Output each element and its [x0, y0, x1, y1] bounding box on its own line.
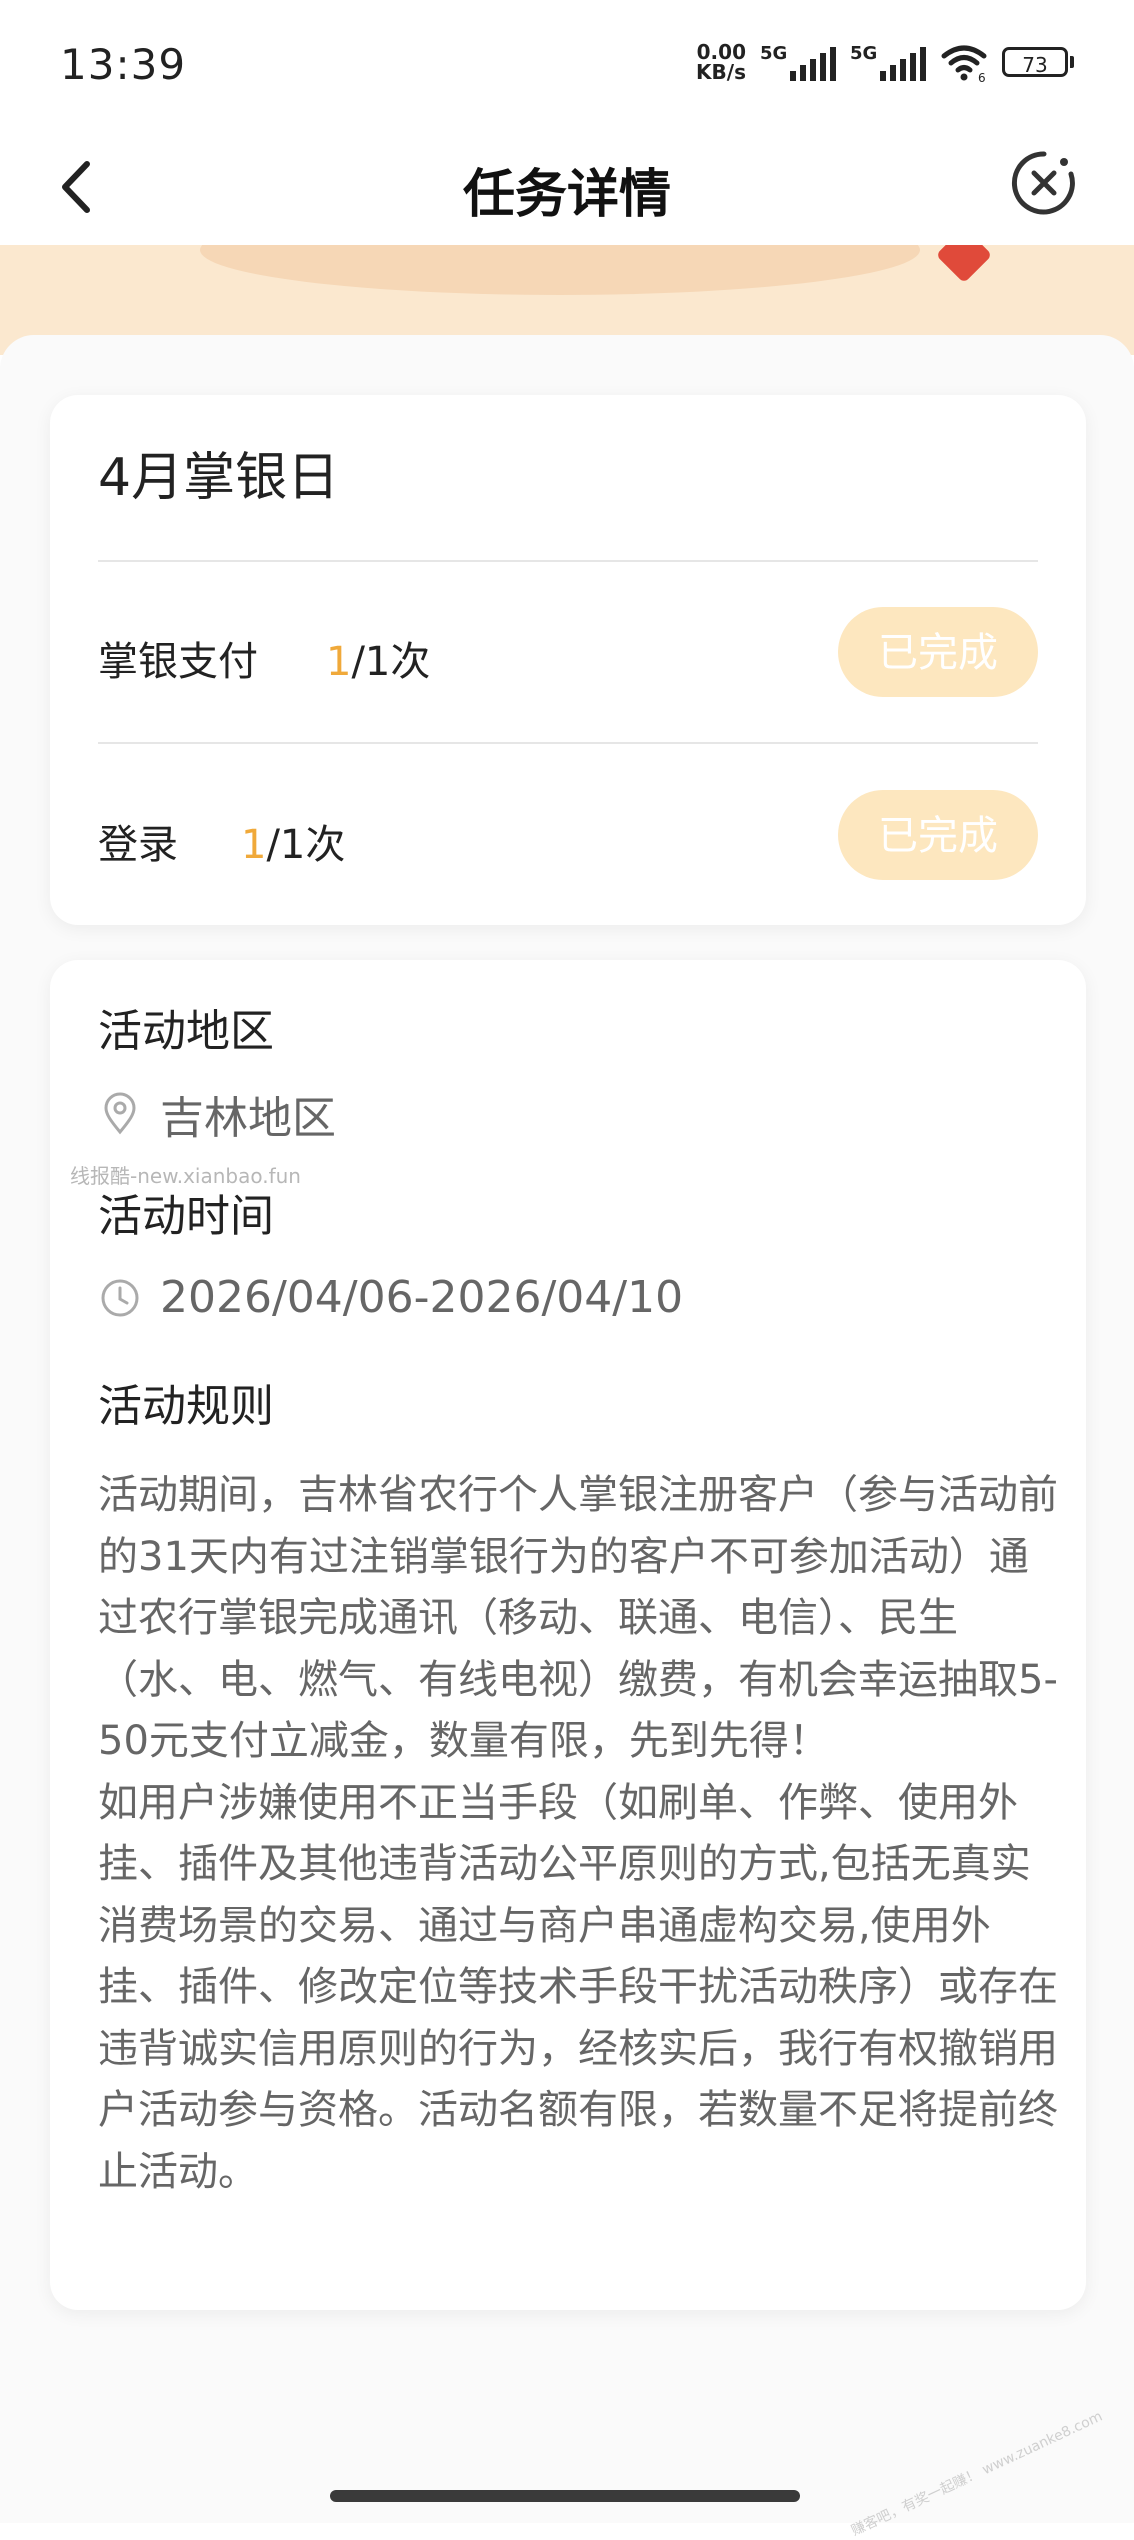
battery-level: 73 [1002, 47, 1068, 77]
task-progress: 1/1次 [326, 629, 430, 687]
divider [98, 742, 1038, 744]
task-completed-button[interactable]: 已完成 [838, 790, 1038, 880]
task-progress-done: 1 [326, 639, 352, 685]
task-completed-button[interactable]: 已完成 [838, 607, 1038, 697]
task-progress: 1/1次 [241, 812, 345, 870]
rules-paragraph: 活动期间，吉林省农行个人掌银注册客户（参与活动前的31天内有过注销掌银行为的客户… [98, 1472, 1058, 1764]
rules-title: 活动规则 [98, 1381, 274, 1432]
wifi-icon: 6 [941, 45, 987, 82]
sim2-network-tag: 5G [850, 43, 878, 64]
net-speed-unit: KB/s [696, 60, 746, 84]
gift-decoration [935, 245, 993, 284]
time-line: 2026/04/06-2026/04/10 [98, 1272, 683, 1323]
task-row-pay: 掌银支付 1/1次 已完成 [98, 605, 1038, 705]
net-speed-value: 0.00 [696, 40, 746, 64]
task-progress-done: 1 [241, 822, 267, 868]
task-title: 4月掌银日 [98, 448, 340, 508]
rules-paragraph: 如用户涉嫌使用不正当手段（如刷单、作弊、使用外挂、插件及其他违背活动公平原则的方… [98, 1779, 1058, 2195]
rules-text: 活动期间，吉林省农行个人掌银注册客户（参与活动前的31天内有过注销掌银行为的客户… [98, 1465, 1058, 2203]
region-title: 活动地区 [98, 1006, 274, 1057]
nav-bar: 任务详情 [0, 130, 1134, 245]
close-circle-icon[interactable] [1009, 148, 1079, 218]
time-value: 2026/04/06-2026/04/10 [160, 1272, 684, 1323]
signal-icon: 5G [760, 43, 836, 81]
time-title: 活动时间 [98, 1191, 274, 1242]
location-pin-icon [104, 1092, 136, 1135]
signal-icon-2: 5G [850, 43, 926, 81]
region-value: 吉林地区 [160, 1093, 336, 1144]
task-progress-total: /1次 [351, 639, 431, 685]
page-title: 任务详情 [462, 165, 671, 225]
wifi-badge: 6 [978, 71, 986, 82]
task-progress-total: /1次 [266, 822, 346, 868]
status-time: 13:39 [60, 40, 187, 89]
status-icons: 0.00 KB/s 5G 5G 6 73 [696, 42, 1074, 82]
sim1-network-tag: 5G [760, 43, 788, 64]
task-row-login: 登录 1/1次 已完成 [98, 788, 1038, 888]
battery-icon: 73 [1002, 47, 1074, 77]
region-line: 吉林地区 [98, 1082, 336, 1146]
net-speed: 0.00 KB/s [696, 42, 746, 82]
status-bar: 13:39 0.00 KB/s 5G 5G 6 73 [0, 0, 1134, 130]
task-card: 4月掌银日 掌银支付 1/1次 已完成 登录 1/1次 已完成 [50, 395, 1086, 925]
watermark: 线报酷-new.xianbao.fun [70, 1164, 301, 1188]
divider [98, 560, 1038, 562]
task-label: 掌银支付 [98, 639, 258, 685]
home-indicator[interactable] [330, 2490, 800, 2502]
clock-icon [101, 1279, 139, 1316]
task-label: 登录 [98, 822, 178, 868]
